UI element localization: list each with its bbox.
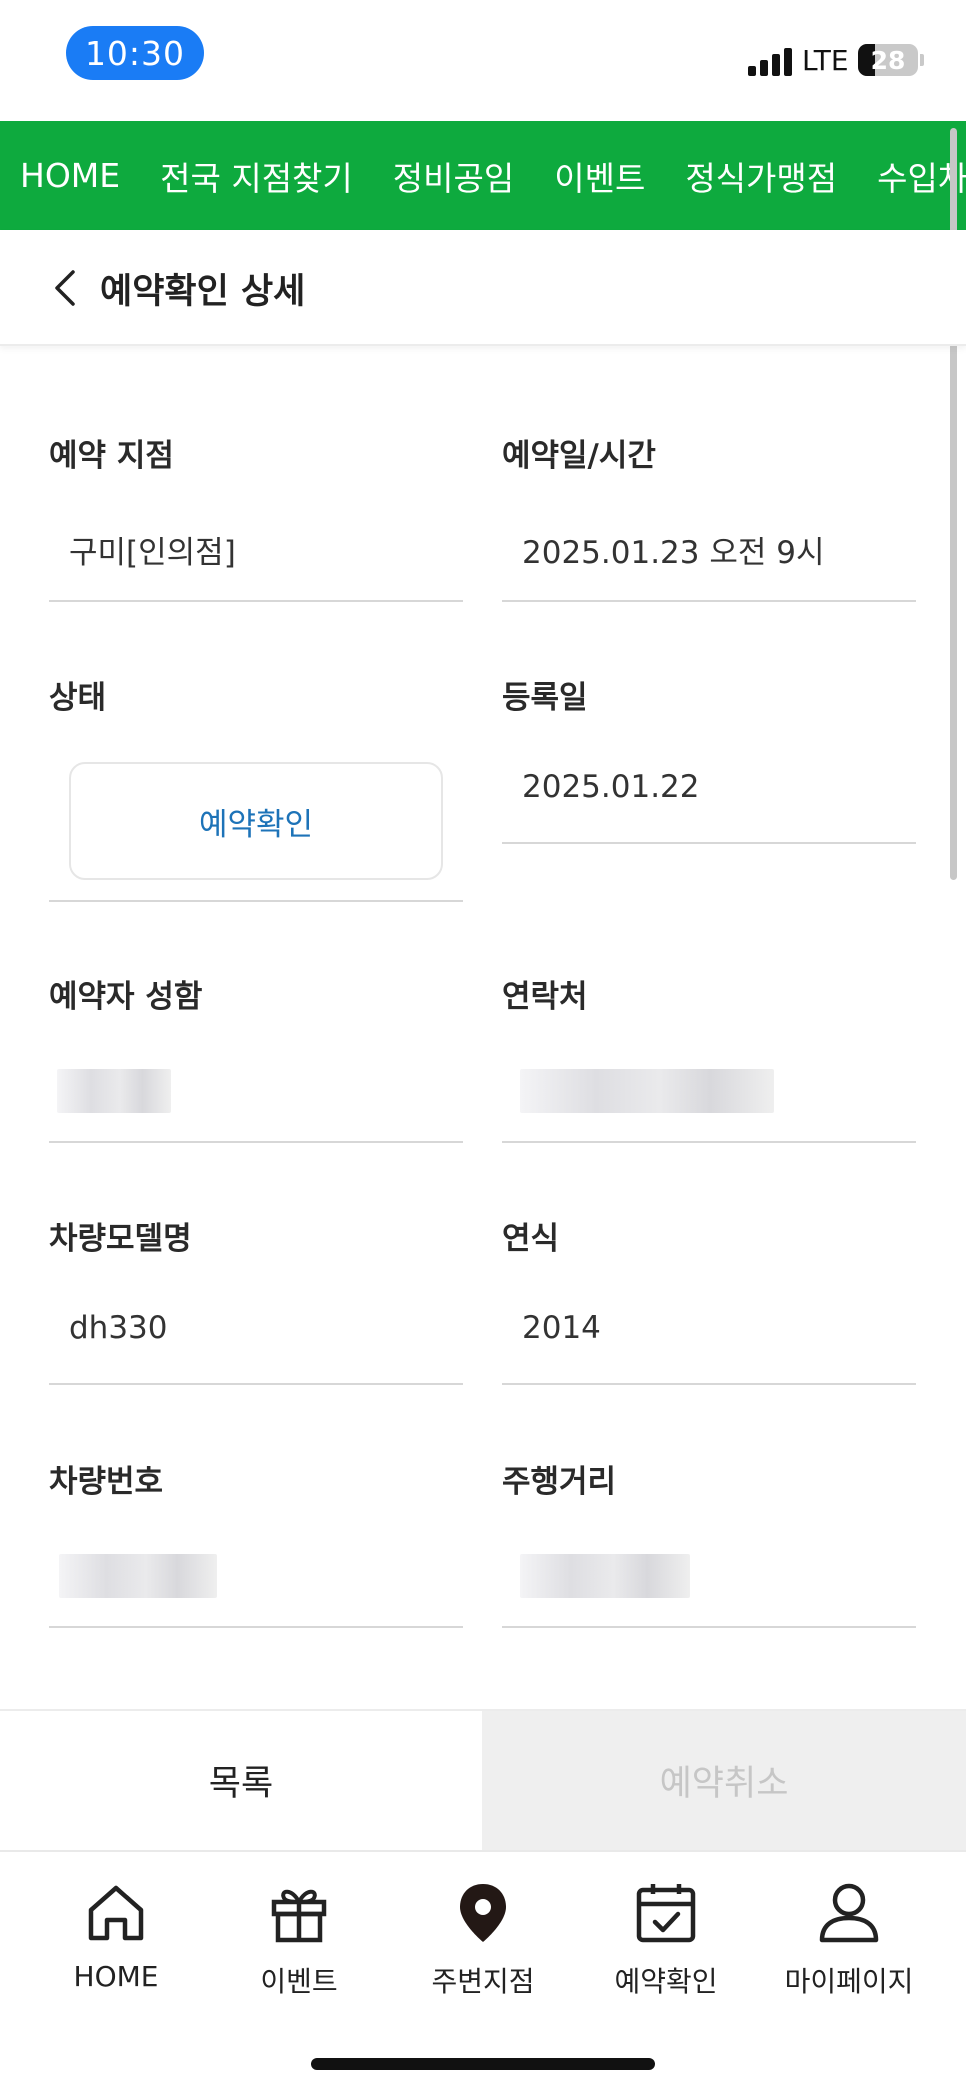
mileage-value-box bbox=[502, 1518, 916, 1628]
network-type: LTE bbox=[802, 44, 849, 77]
year-value: 2014 bbox=[522, 1310, 601, 1346]
year-value-box: 2014 bbox=[502, 1275, 916, 1385]
datetime-value: 2025.01.23 오전 9시 bbox=[522, 535, 825, 571]
tab-label: 이벤트 bbox=[260, 1965, 338, 1998]
field-label: 예약일/시간 bbox=[502, 438, 656, 474]
tab-home[interactable]: HOME bbox=[24, 1870, 208, 2020]
tab-nearby-branch[interactable]: 주변지점 bbox=[391, 1870, 575, 2020]
cancel-reservation-button[interactable]: 예약취소 bbox=[482, 1711, 966, 1850]
redacted-plate bbox=[59, 1554, 217, 1598]
top-nav: HOME 전국 지점찾기 정비공임 이벤트 정식가맹점 수입차전 bbox=[0, 121, 966, 230]
tab-label: 예약확인 bbox=[614, 1965, 718, 1998]
tab-label: 주변지점 bbox=[431, 1965, 535, 1998]
battery-icon: 28 bbox=[858, 44, 918, 76]
action-bar: 목록 예약취소 bbox=[0, 1709, 966, 1850]
home-icon bbox=[88, 1885, 144, 1941]
top-nav-branch-finder[interactable]: 전국 지점찾기 bbox=[160, 152, 353, 200]
redacted-phone bbox=[520, 1069, 774, 1113]
battery-level: 28 bbox=[870, 45, 906, 75]
tab-label: HOME bbox=[73, 1960, 159, 1993]
field-label: 예약자 성함 bbox=[49, 979, 203, 1015]
branch-value: 구미[인의점] bbox=[69, 535, 236, 571]
plate-value-box bbox=[49, 1518, 463, 1628]
field-status: 상태 예약확인 bbox=[49, 678, 463, 902]
redacted-name bbox=[57, 1069, 171, 1113]
field-label: 차량번호 bbox=[49, 1464, 164, 1500]
field-label: 주행거리 bbox=[502, 1464, 617, 1500]
top-nav-repair-cost[interactable]: 정비공임 bbox=[393, 152, 514, 200]
chevron-left-icon bbox=[55, 270, 75, 306]
home-indicator[interactable] bbox=[311, 2058, 655, 2070]
page-header: 예약확인 상세 bbox=[0, 230, 966, 346]
field-year: 연식 2014 bbox=[502, 1219, 916, 1385]
field-label: 연락처 bbox=[502, 979, 588, 1015]
battery-nub bbox=[920, 54, 924, 66]
phone-value-box bbox=[502, 1033, 916, 1143]
location-pin-icon bbox=[460, 1884, 506, 1942]
field-name: 예약자 성함 bbox=[49, 977, 463, 1143]
field-label: 등록일 bbox=[502, 680, 588, 716]
field-plate: 차량번호 bbox=[49, 1462, 463, 1628]
top-nav-official-partner[interactable]: 정식가맹점 bbox=[685, 152, 837, 200]
bottom-tab-bar: HOME 이벤트 주변지점 예약확인 마이페이지 bbox=[0, 1850, 966, 2091]
calendar-check-icon bbox=[636, 1884, 696, 1943]
back-button[interactable] bbox=[40, 262, 90, 314]
tab-my-page[interactable]: 마이페이지 bbox=[757, 1870, 941, 2020]
redacted-mileage bbox=[520, 1554, 690, 1598]
field-branch: 예약 지점 구미[인의점] bbox=[49, 436, 463, 602]
status-time: 10:30 bbox=[66, 26, 204, 80]
top-nav-home[interactable]: HOME bbox=[20, 156, 120, 195]
field-datetime: 예약일/시간 2025.01.23 오전 9시 bbox=[502, 436, 916, 602]
user-icon bbox=[819, 1883, 879, 1943]
tab-event[interactable]: 이벤트 bbox=[207, 1870, 391, 2020]
name-value-box bbox=[49, 1033, 463, 1143]
datetime-value-box: 2025.01.23 오전 9시 bbox=[502, 492, 916, 602]
field-mileage: 주행거리 bbox=[502, 1462, 916, 1628]
status-badge: 예약확인 bbox=[69, 762, 443, 880]
list-button[interactable]: 목록 bbox=[0, 1711, 482, 1850]
status-value-box: 예약확인 bbox=[49, 734, 463, 902]
model-value: dh330 bbox=[69, 1310, 168, 1346]
field-label: 상태 bbox=[49, 680, 107, 716]
field-label: 예약 지점 bbox=[49, 438, 174, 474]
branch-value-box: 구미[인의점] bbox=[49, 492, 463, 602]
model-value-box: dh330 bbox=[49, 1275, 463, 1385]
tab-reservation-check[interactable]: 예약확인 bbox=[574, 1870, 758, 2020]
status-bar: 10:30 LTE 28 bbox=[0, 0, 966, 121]
cellular-signal-icon bbox=[748, 48, 792, 76]
tab-label: 마이페이지 bbox=[784, 1965, 914, 1998]
gift-icon bbox=[271, 1889, 327, 1943]
field-model: 차량모델명 dh330 bbox=[49, 1219, 463, 1385]
top-nav-event[interactable]: 이벤트 bbox=[554, 152, 645, 200]
field-registered: 등록일 2025.01.22 bbox=[502, 678, 916, 844]
field-label: 연식 bbox=[502, 1221, 560, 1257]
page-title: 예약확인 상세 bbox=[100, 271, 306, 312]
field-label: 차량모델명 bbox=[49, 1221, 192, 1257]
field-phone: 연락처 bbox=[502, 977, 916, 1143]
registered-value: 2025.01.22 bbox=[522, 769, 700, 805]
registered-value-box: 2025.01.22 bbox=[502, 734, 916, 844]
